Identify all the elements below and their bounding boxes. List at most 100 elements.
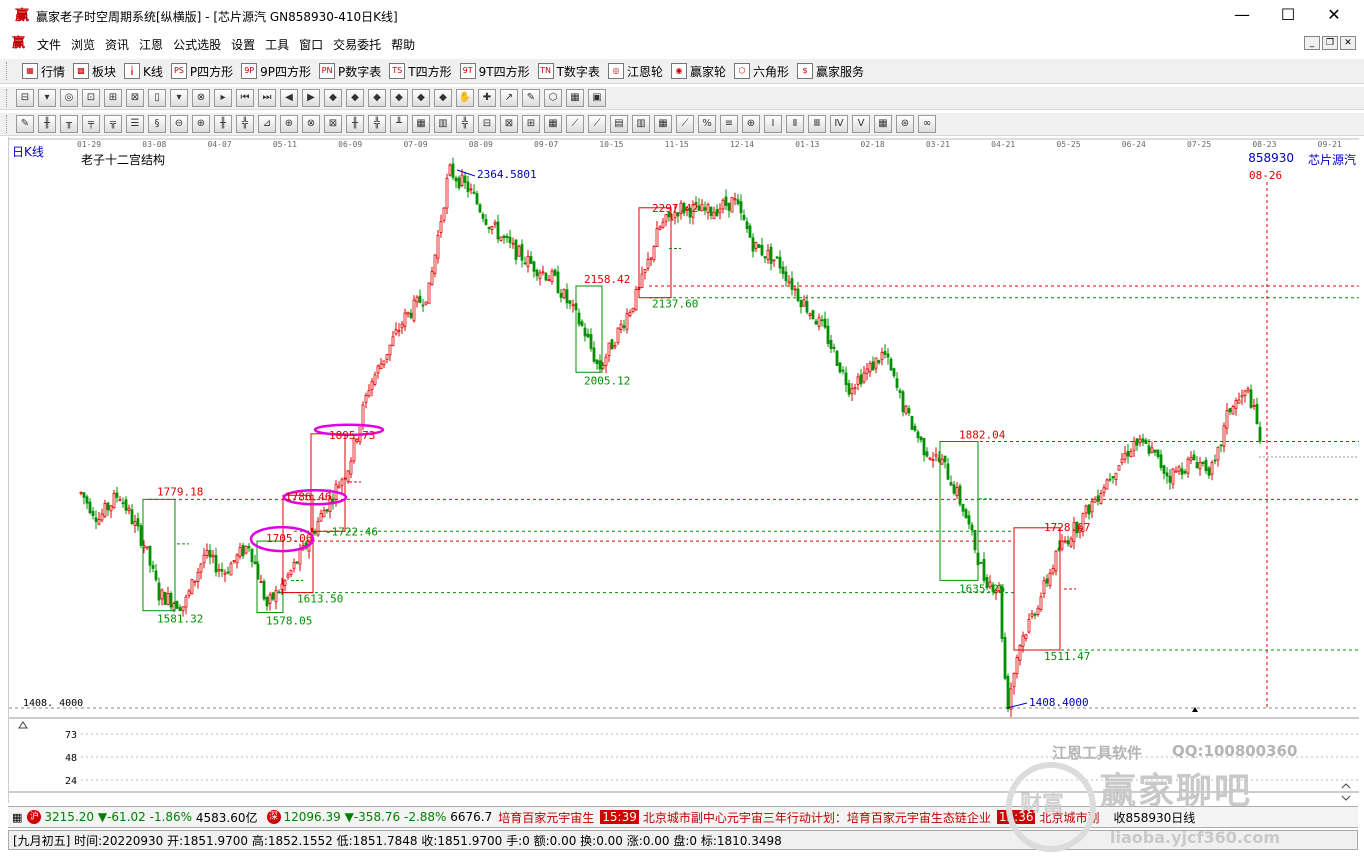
analysis-tool-icon[interactable]: ⟋ [588,115,606,133]
analysis-tool-icon[interactable]: ╬ [456,115,474,133]
minimize-button[interactable]: — [1219,0,1265,30]
drawing-tool-icon[interactable]: ⬡ [544,89,562,107]
menu-item[interactable]: 设置 [226,36,260,53]
drawing-tool-icon[interactable]: ◆ [390,89,408,107]
analysis-tool-icon[interactable]: Ⅰ [764,115,782,133]
analysis-tool-icon[interactable]: ▦ [412,115,430,133]
analysis-tool-icon[interactable]: Ⅳ [830,115,848,133]
analysis-tool-icon[interactable]: ╬ [368,115,386,133]
analysis-tool-icon[interactable]: ⊞ [522,115,540,133]
toolbar-item[interactable]: ▦ 行情 [22,63,65,80]
analysis-tool-icon[interactable]: ⟋ [566,115,584,133]
drawing-tool-icon[interactable]: ✋ [456,89,474,107]
drawing-tool-icon[interactable]: ↗ [500,89,518,107]
news-item[interactable]: 培育百家元宇宙生 [498,809,594,826]
analysis-tool-icon[interactable]: ▥ [434,115,452,133]
analysis-tool-icon[interactable]: ⊗ [302,115,320,133]
analysis-tool-icon[interactable]: ☰ [126,115,144,133]
analysis-tool-icon[interactable]: § [148,115,166,133]
analysis-tool-icon[interactable]: ⊕ [280,115,298,133]
analysis-tool-icon[interactable]: ╫ [346,115,364,133]
analysis-tool-icon[interactable]: ⊛ [896,115,914,133]
drawing-tool-icon[interactable]: ◆ [368,89,386,107]
drawing-tool-icon[interactable]: ⏮ [236,89,254,107]
analysis-tool-icon[interactable]: ▦ [874,115,892,133]
drawing-tool-icon[interactable]: ◆ [324,89,342,107]
toolbar-grip[interactable] [6,62,10,80]
toolbar-item[interactable]: ▩ 板块 [73,63,116,80]
analysis-tool-icon[interactable]: ∞ [918,115,936,133]
ticker-grid-icon[interactable]: ▦ [12,811,22,824]
analysis-tool-icon[interactable]: Ⅴ [852,115,870,133]
close-button[interactable]: ✕ [1311,0,1357,30]
toolbar-item[interactable]: PN P数字表 [319,63,381,80]
menu-item[interactable]: 窗口 [294,36,328,53]
drawing-tool-icon[interactable]: ⊠ [126,89,144,107]
analysis-tool-icon[interactable]: ≡ [720,115,738,133]
mdi-close-button[interactable]: ✕ [1340,36,1356,50]
toolbar-item[interactable]: 9P 9P四方形 [241,63,311,80]
toolbar-item[interactable]: 9T 9T四方形 [459,63,530,80]
toolbar-item[interactable]: ◉ 赢家轮 [670,63,726,80]
menu-item[interactable]: 资讯 [100,36,134,53]
menu-item[interactable]: 交易委托 [328,36,386,53]
analysis-tool-icon[interactable]: ▤ [610,115,628,133]
drawing-tool-icon[interactable]: ⊗ [192,89,210,107]
analysis-tool-icon[interactable]: ▥ [632,115,650,133]
scroll-down-icon[interactable] [1341,795,1351,801]
toolbar-item[interactable]: ◎ 江恩轮 [607,63,663,80]
drawing-tool-icon[interactable]: ▶ [302,89,320,107]
maximize-button[interactable]: ☐ [1265,0,1311,30]
news-item[interactable]: 北京城市副 [1039,809,1099,826]
drawing-tool-icon[interactable]: ▸ [214,89,232,107]
scroll-up-icon[interactable] [1341,783,1351,789]
analysis-tool-icon[interactable]: ⊕ [742,115,760,133]
drawing-tool-icon[interactable]: ▯ [148,89,166,107]
analysis-tool-icon[interactable]: Ⅱ [786,115,804,133]
analysis-tool-icon[interactable]: Ⅲ [808,115,826,133]
toolbar-item[interactable]: ⬡ 六角形 [733,63,789,80]
drawing-tool-icon[interactable]: ◆ [412,89,430,107]
analysis-tool-icon[interactable]: ⟋ [676,115,694,133]
news-item[interactable]: 北京城市副中心元宇宙三年行动计划：培育百家元宇宙生态链企业 [643,809,991,826]
mdi-restore-button[interactable]: ❐ [1322,36,1338,50]
analysis-tool-icon[interactable]: ⊟ [478,115,496,133]
analysis-tool-icon[interactable]: ✎ [16,115,34,133]
shanghai-index[interactable]: 沪 3215.20 ▼-61.02 -1.86% 4583.60亿 [24,809,258,826]
analysis-tool-icon[interactable]: ⊿ [258,115,276,133]
analysis-tool-icon[interactable]: ╫ [214,115,232,133]
drawing-tool-icon[interactable]: ▾ [38,89,56,107]
analysis-tool-icon[interactable]: ╥ [60,115,78,133]
analysis-tool-icon[interactable]: ⊠ [324,115,342,133]
toolbar-item[interactable]: TN T数字表 [537,63,600,80]
analysis-tool-icon[interactable]: ╤ [82,115,100,133]
drawing-tool-icon[interactable]: ▾ [170,89,188,107]
analysis-tool-icon[interactable]: ⊠ [500,115,518,133]
analysis-tool-icon[interactable]: ▦ [654,115,672,133]
analysis-tool-icon[interactable]: ▦ [544,115,562,133]
menu-item[interactable]: 江恩 [134,36,168,53]
menu-item[interactable]: 工具 [260,36,294,53]
drawing-tool-icon[interactable]: ◆ [434,89,452,107]
toolbar-item[interactable]: PS P四方形 [170,63,233,80]
analysis-tool-icon[interactable]: ╬ [236,115,254,133]
shenzhen-index[interactable]: 深 12096.39 ▼-358.76 -2.88% 6676.7 [264,810,492,824]
analysis-tool-icon[interactable]: % [698,115,716,133]
analysis-tool-icon[interactable]: ⊖ [170,115,188,133]
toolbar-grip[interactable] [6,115,10,133]
drawing-tool-icon[interactable]: ▦ [566,89,584,107]
menu-item[interactable]: 文件 [32,36,66,53]
drawing-tool-icon[interactable]: ⊟ [16,89,34,107]
analysis-tool-icon[interactable]: ╫ [38,115,56,133]
analysis-tool-icon[interactable]: ╨ [390,115,408,133]
toolbar-item[interactable]: $ 赢家服务 [796,63,864,80]
drawing-tool-icon[interactable]: ⊡ [82,89,100,107]
toolbar-item[interactable]: ╽ K线 [124,63,163,80]
menu-item[interactable]: 帮助 [386,36,420,53]
menu-item[interactable]: 公式选股 [168,36,226,53]
analysis-tool-icon[interactable]: ╦ [104,115,122,133]
toolbar-item[interactable]: TS T四方形 [389,63,452,80]
mdi-minimize-button[interactable]: _ [1304,36,1320,50]
drawing-tool-icon[interactable]: ⏭ [258,89,276,107]
drawing-tool-icon[interactable]: ✎ [522,89,540,107]
